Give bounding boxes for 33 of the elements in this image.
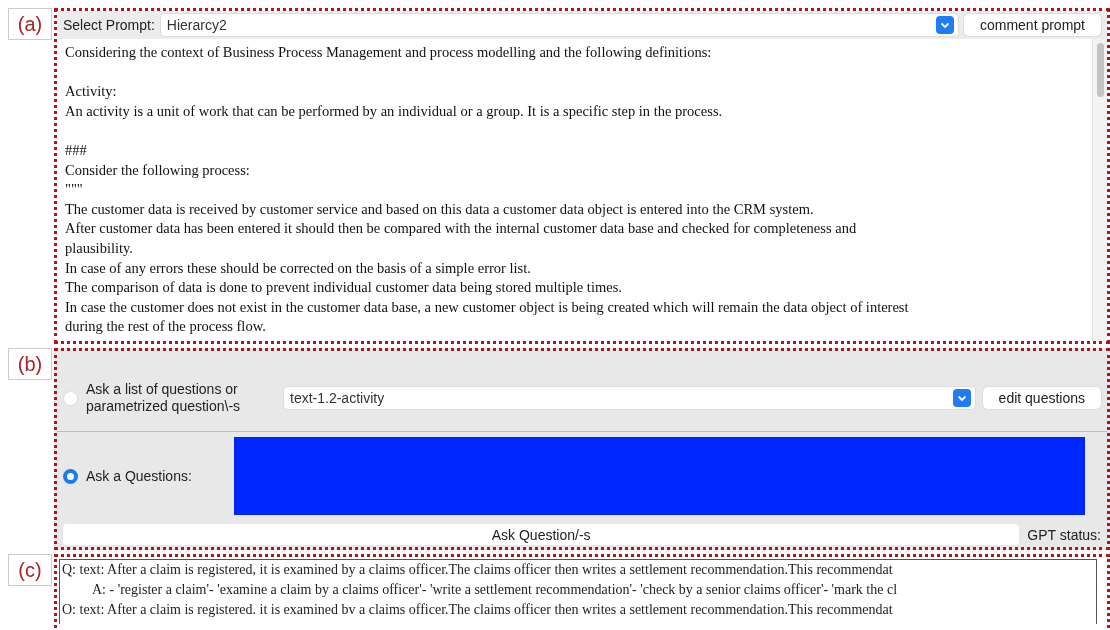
select-prompt-label: Select Prompt: — [63, 17, 155, 33]
dropdown-chevron-icon[interactable] — [935, 16, 954, 34]
edit-questions-button[interactable]: edit questions — [982, 387, 1101, 409]
prompt-text-line: Consider the following process: — [65, 160, 251, 180]
question-input-field[interactable] — [234, 437, 1085, 515]
output-text-line: A: - 'register a claim'- 'examine a claim by a claims officer'- 'write a settlement recommendation'- 'check by a senior claims officer'- 'mark the cl — [91, 581, 899, 599]
radio-button[interactable] — [63, 468, 78, 484]
output-text-line: Q: text: After a claim is registered, it is examined by a claims officer.The claims officer then writes a settlement recommendation.This recommendat — [61, 561, 894, 579]
prompt-text-line: An activity is a unit of work that can be performed by an individual or a group. It is a specific step in the process. — [65, 101, 724, 121]
prompt-text-line: In case of any errors these should be corrected on the basis of a simple error list. — [65, 258, 532, 278]
prompt-text-line: """ — [65, 180, 84, 200]
prompt-text-line: The customer data is received by customer service and based on this data a customer data object is entered into the CRM system. — [65, 199, 815, 219]
prompt-dropdown[interactable]: Hierarcy2 — [160, 14, 958, 36]
dropdown-chevron-icon[interactable] — [952, 389, 971, 407]
prompt-text-line: plausibility. — [65, 238, 134, 258]
prompt-text-line: Considering the context of Business Process Management and process modelling and the following definitions: — [65, 43, 713, 62]
prompt-text-line: In case the customer does not exist in the customer data base, a new customer object is being created which will remain the data object of interest — [65, 297, 910, 317]
ask-question-button[interactable]: Ask Question/-s — [63, 524, 1020, 545]
output-text-line: O: text: After a claim is registered. it is examined bv a claims officer.The claims officer then writes a settlement recommendation.This recommendat — [61, 601, 894, 619]
comment-prompt-button[interactable]: comment prompt — [963, 14, 1101, 36]
prompt-text-line: After customer data has been entered it should then be compared with the internal customer data base and checked for completeness and — [65, 219, 858, 239]
gpt-status-label: GPT status: — [1027, 526, 1101, 543]
question-list-dropdown[interactable]: text-1.2-activity — [284, 387, 975, 409]
radio-label: Ask a list of questions or parametrized question\-s — [86, 381, 242, 415]
prompt-text-line: The comparison of data is done to prevent individual customer data being stored multiple times. — [65, 278, 623, 298]
radio-label: Ask a Questions: — [86, 467, 193, 485]
prompt-text-line: during the rest of the process flow. — [65, 317, 267, 337]
prompt-text-line: Activity: — [65, 82, 118, 102]
panel-label: (b) — [8, 348, 52, 380]
panel-label: (c) — [8, 554, 52, 586]
prompt-text-line: ### — [65, 140, 88, 160]
panel-label: (a) — [8, 8, 52, 40]
scrollbar[interactable] — [1092, 39, 1107, 341]
